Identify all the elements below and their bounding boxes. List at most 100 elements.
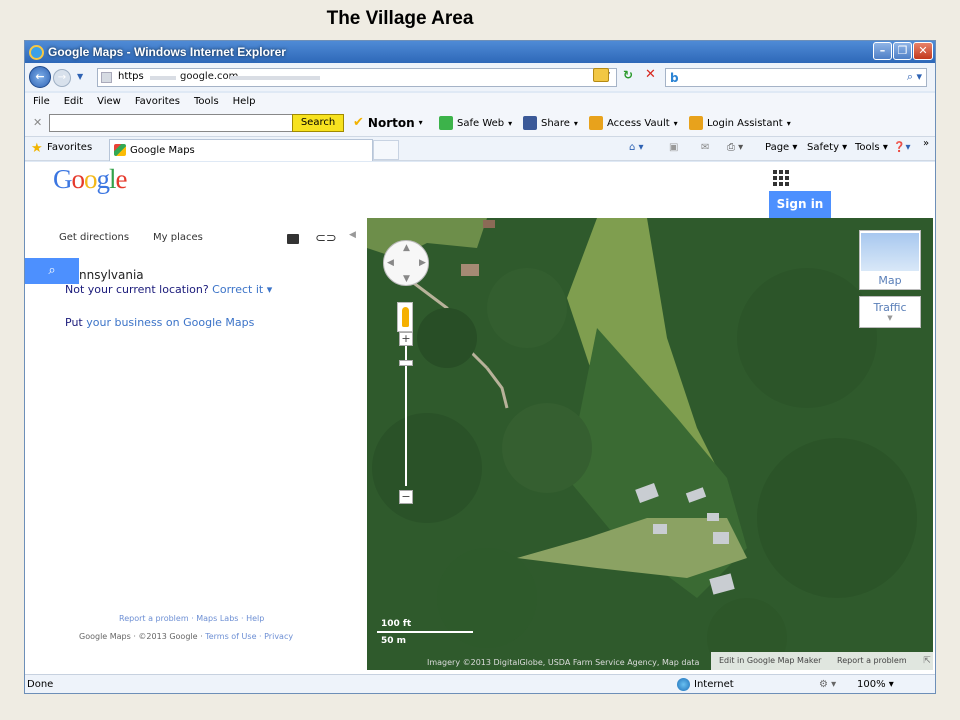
minimize-button[interactable]: – bbox=[873, 42, 892, 60]
safe-web-icon bbox=[439, 116, 453, 130]
edit-map-maker-link[interactable]: Edit in Google Map Maker bbox=[719, 656, 821, 665]
expand-corner-icon[interactable]: ⇱ bbox=[921, 652, 933, 670]
correct-it-link[interactable]: Correct it bbox=[212, 283, 263, 296]
zoom-slider-track[interactable] bbox=[405, 334, 407, 486]
search-go-icon[interactable]: ⌕ ▾ bbox=[907, 70, 922, 84]
norton-menu[interactable]: ✔ Norton ▾ bbox=[353, 115, 423, 130]
search-button[interactable]: ⌕ bbox=[25, 258, 79, 284]
zoom-in-button[interactable]: + bbox=[399, 332, 413, 346]
facebook-icon bbox=[523, 116, 537, 130]
overflow-icon[interactable]: » bbox=[923, 138, 929, 149]
traffic-button[interactable]: Traffic ▼ bbox=[859, 296, 921, 328]
vault-icon bbox=[589, 116, 603, 130]
print-map-icon[interactable] bbox=[287, 234, 299, 244]
google-maps-favicon bbox=[114, 144, 126, 156]
pan-right-icon[interactable]: ▶ bbox=[419, 258, 426, 268]
footer-links[interactable]: Report a problem · Maps Labs · Help bbox=[119, 614, 264, 623]
traffic-label: Traffic bbox=[873, 301, 907, 314]
status-bar: Done Internet ⚙ ▾ 100% ▾ bbox=[25, 674, 935, 693]
close-window-button[interactable]: ✕ bbox=[913, 42, 933, 60]
pan-up-icon[interactable]: ▲ bbox=[403, 243, 410, 253]
norton-search-button[interactable]: Search bbox=[292, 114, 344, 132]
url-redacted-path bbox=[230, 76, 320, 80]
page-content: Google Sign in Get directions My places … bbox=[25, 162, 935, 674]
pan-left-icon[interactable]: ◀ bbox=[387, 258, 394, 268]
zoom-out-button[interactable]: − bbox=[399, 490, 413, 504]
safe-web-button[interactable]: Safe Web ▾ bbox=[439, 116, 512, 130]
lock-icon[interactable] bbox=[593, 68, 609, 82]
ie-logo-icon bbox=[29, 44, 44, 60]
mail-icon[interactable]: ✉ bbox=[701, 142, 709, 153]
security-zone[interactable]: Internet bbox=[677, 678, 734, 691]
zoom-level[interactable]: 100% ▾ bbox=[857, 679, 894, 690]
norton-search-input[interactable] bbox=[49, 114, 293, 132]
favorites-star-icon[interactable]: ★ bbox=[31, 141, 43, 156]
map-type-label: Map bbox=[878, 274, 902, 287]
address-row: ← → ▼ https google.com ▼ ↻ ✕ b ⌕ ▾ bbox=[25, 63, 935, 91]
collapse-panel-icon[interactable]: ◀ bbox=[349, 230, 356, 240]
slide-title: The Village Area bbox=[326, 8, 474, 29]
terms-privacy-links[interactable]: Terms of Use · Privacy bbox=[205, 632, 293, 641]
street-view-pegman-icon[interactable] bbox=[397, 302, 413, 332]
menu-edit[interactable]: Edit bbox=[64, 93, 83, 111]
bing-search-input[interactable]: b ⌕ ▾ bbox=[665, 68, 927, 87]
feeds-icon[interactable]: ▣ bbox=[669, 142, 678, 153]
tab-label: Google Maps bbox=[130, 145, 195, 156]
help-icon[interactable]: ❓▾ bbox=[893, 142, 910, 153]
get-directions-link[interactable]: Get directions bbox=[59, 232, 129, 243]
pan-down-icon[interactable]: ▼ bbox=[403, 274, 410, 284]
toolbar-close-icon[interactable]: ✕ bbox=[33, 116, 42, 129]
link-icon[interactable]: ⊂⊃ bbox=[315, 231, 337, 246]
refresh-icon[interactable]: ↻ bbox=[623, 68, 633, 82]
search-icon: ⌕ bbox=[48, 263, 56, 278]
menu-tools[interactable]: Tools bbox=[194, 93, 219, 111]
history-dropdown-icon[interactable]: ▼ bbox=[77, 72, 83, 81]
chevron-down-icon[interactable]: ▾ bbox=[267, 283, 273, 296]
safe-web-label: Safe Web bbox=[457, 117, 505, 129]
google-logo[interactable]: Google bbox=[53, 164, 127, 195]
imagery-credit: Imagery ©2013 DigitalGlobe, USDA Farm Se… bbox=[427, 658, 700, 667]
norton-check-icon: ✔ bbox=[353, 115, 364, 130]
world-map-thumbnail bbox=[861, 233, 919, 271]
menu-view[interactable]: View bbox=[97, 93, 121, 111]
stop-icon[interactable]: ✕ bbox=[645, 67, 656, 82]
location-notice: Not your current location? Correct it ▾ bbox=[65, 283, 273, 296]
restore-button[interactable]: ❐ bbox=[893, 42, 912, 60]
new-tab-button[interactable] bbox=[373, 140, 399, 160]
business-link[interactable]: your business on Google Maps bbox=[86, 316, 254, 329]
home-icon[interactable]: ⌂ ▾ bbox=[629, 142, 644, 153]
zoom-slider-handle[interactable] bbox=[399, 360, 413, 366]
norton-toolbar: ✕ Search ✔ Norton ▾ Safe Web ▾ Share ▾ Acce… bbox=[25, 111, 935, 137]
my-places-link[interactable]: My places bbox=[153, 232, 203, 243]
menu-help[interactable]: Help bbox=[233, 93, 256, 111]
address-bar[interactable]: https google.com ▼ bbox=[97, 68, 617, 87]
menu-bar: File Edit View Favorites Tools Help bbox=[25, 93, 935, 111]
browser-window: Google Maps - Windows Internet Explorer … bbox=[24, 40, 936, 694]
back-button[interactable]: ← bbox=[29, 66, 51, 88]
safety-menu[interactable]: Safety ▾ bbox=[807, 142, 847, 153]
apps-grid-icon[interactable] bbox=[773, 170, 789, 186]
menu-file[interactable]: File bbox=[33, 93, 50, 111]
zone-label: Internet bbox=[694, 679, 734, 690]
share-button[interactable]: Share ▾ bbox=[523, 116, 578, 130]
tools-menu[interactable]: Tools ▾ bbox=[855, 142, 888, 153]
protected-mode-icon[interactable]: ⚙ ▾ bbox=[819, 679, 836, 690]
title-bar: Google Maps - Windows Internet Explorer … bbox=[25, 41, 935, 63]
pan-control[interactable]: ▲ ▼ ◀ ▶ bbox=[383, 240, 429, 286]
sign-in-button[interactable]: Sign in bbox=[769, 191, 831, 218]
print-icon[interactable]: ⎙ ▾ bbox=[727, 142, 743, 153]
menu-favorites[interactable]: Favorites bbox=[135, 93, 180, 111]
norton-label: Norton bbox=[367, 115, 415, 130]
tab-google-maps[interactable]: Google Maps bbox=[109, 139, 373, 161]
login-assistant-button[interactable]: Login Assistant ▾ bbox=[689, 116, 791, 130]
forward-button[interactable]: → bbox=[53, 69, 71, 87]
access-vault-label: Access Vault bbox=[607, 117, 670, 129]
satellite-map[interactable]: ▲ ▼ ◀ ▶ + − Map Traffic ▼ 100 ft 50 m Im… bbox=[367, 218, 933, 670]
share-label: Share bbox=[541, 117, 570, 129]
map-type-button[interactable]: Map bbox=[859, 230, 921, 290]
page-menu[interactable]: Page ▾ bbox=[765, 142, 797, 153]
access-vault-button[interactable]: Access Vault ▾ bbox=[589, 116, 678, 130]
login-icon bbox=[689, 116, 703, 130]
favorites-button[interactable]: Favorites bbox=[47, 142, 92, 153]
report-problem-link[interactable]: Report a problem bbox=[837, 652, 907, 670]
